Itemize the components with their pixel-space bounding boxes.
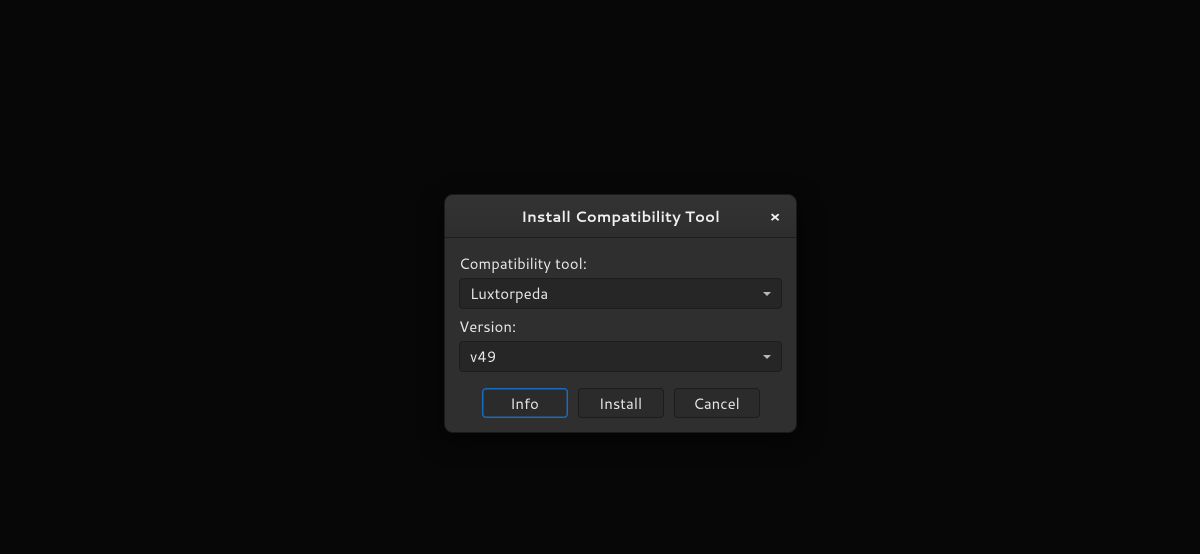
compatibility-tool-select[interactable]: Luxtorpeda [459,278,782,309]
dialog-title: Install Compatibility Tool [521,206,720,227]
chevron-down-icon [763,355,771,359]
version-label: Version: [459,316,782,337]
dialog-titlebar: Install Compatibility Tool × [445,195,796,238]
version-value: v49 [470,346,763,367]
dialog-content: Compatibility tool: Luxtorpeda Version: … [445,238,796,432]
info-button[interactable]: Info [482,388,568,418]
install-compatibility-dialog: Install Compatibility Tool × Compatibili… [444,194,797,433]
dialog-button-row: Info Install Cancel [459,388,782,418]
close-icon: × [770,206,781,227]
cancel-button[interactable]: Cancel [674,388,760,418]
close-button[interactable]: × [764,205,786,227]
compatibility-tool-label: Compatibility tool: [459,253,782,274]
version-select[interactable]: v49 [459,341,782,372]
compatibility-tool-value: Luxtorpeda [470,283,763,304]
install-button[interactable]: Install [578,388,664,418]
chevron-down-icon [763,292,771,296]
